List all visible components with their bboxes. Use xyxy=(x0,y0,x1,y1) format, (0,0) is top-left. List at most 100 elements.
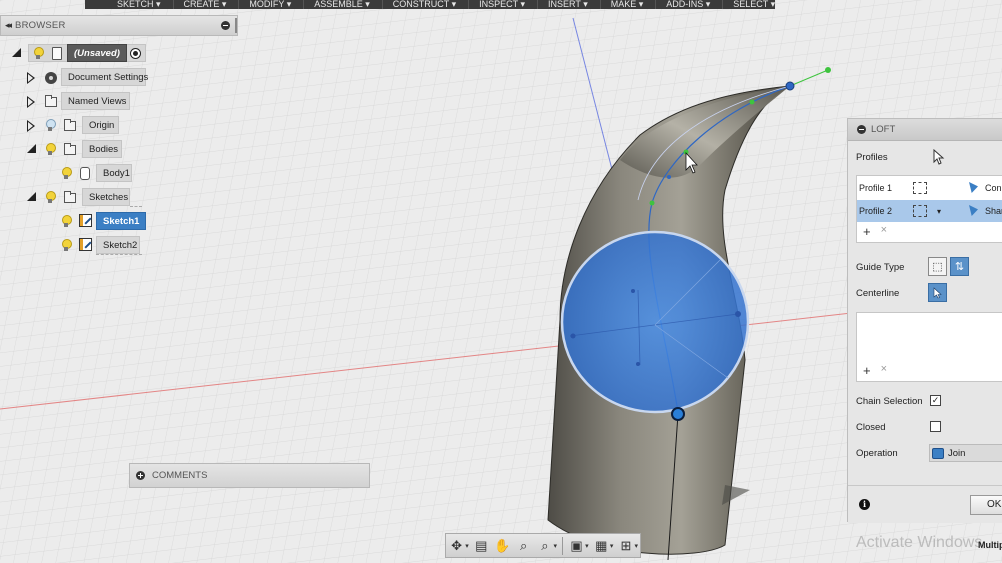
visibility-bulb-icon[interactable] xyxy=(61,167,72,180)
construct-menu[interactable]: CONSTRUCT ▾ xyxy=(383,0,470,9)
dash-line xyxy=(130,206,142,208)
zoom-icon[interactable]: ⌕ xyxy=(514,536,533,556)
collapse-dialog-icon[interactable] xyxy=(857,125,866,134)
profiles-table: Profile 1 Conn Profile 2 ▾ Shar + × xyxy=(856,175,1002,243)
orbit-icon[interactable]: ✥ xyxy=(447,536,466,556)
dash-line xyxy=(96,254,142,256)
folder-icon xyxy=(45,95,57,107)
tree-item-named-views[interactable]: Named Views xyxy=(61,92,130,110)
visibility-bulb-icon[interactable] xyxy=(45,119,56,132)
profiles-add-remove: + × xyxy=(863,224,887,239)
activate-radio-icon[interactable] xyxy=(130,48,141,59)
remove-profile-button[interactable]: × xyxy=(881,224,887,239)
visibility-bulb-icon[interactable] xyxy=(45,191,56,204)
chain-selection-label: Chain Selection xyxy=(856,396,923,407)
sketch-icon xyxy=(79,214,92,227)
tree-item-sketch1[interactable]: Sketch1 xyxy=(96,212,146,230)
continuity-dropdown-icon[interactable]: ▾ xyxy=(937,207,941,216)
expand-sketches-icon[interactable] xyxy=(27,192,36,201)
modify-menu[interactable]: MODIFY ▾ xyxy=(239,0,305,9)
end-condition-icon[interactable] xyxy=(969,205,980,217)
tree-item-sketches[interactable]: Sketches xyxy=(82,188,130,206)
assemble-menu[interactable]: ASSEMBLE ▾ xyxy=(304,0,383,9)
expand-root-icon[interactable] xyxy=(12,48,21,57)
join-icon xyxy=(932,447,944,459)
end-condition-icon[interactable] xyxy=(969,182,980,194)
info-icon[interactable]: i xyxy=(859,499,870,510)
profile-row[interactable]: Profile 2 ▾ Shar xyxy=(857,200,1002,222)
visibility-bulb-icon[interactable] xyxy=(61,239,72,252)
expand-document-settings-icon[interactable] xyxy=(27,72,35,84)
operation-select[interactable]: Join xyxy=(929,444,1002,462)
collapse-browser-icon[interactable]: ◂◂ xyxy=(5,20,12,31)
tree-item-sketch2[interactable]: Sketch2 xyxy=(96,236,140,254)
ok-button[interactable]: OK xyxy=(970,495,1002,515)
continuity-icon[interactable] xyxy=(913,182,927,194)
browser-panel-header: ◂◂ BROWSER xyxy=(0,15,238,36)
grid-settings-icon[interactable]: ▦ xyxy=(592,536,611,556)
comments-panel[interactable]: COMMENTS xyxy=(129,463,370,488)
loft-dialog-header[interactable]: LOFT xyxy=(848,119,1002,141)
panel-resize-handle[interactable] xyxy=(235,18,237,33)
create-menu[interactable]: CREATE ▾ xyxy=(174,0,240,9)
collapse-panel-icon[interactable] xyxy=(221,21,230,30)
inspect-menu[interactable]: INSPECT ▾ xyxy=(469,0,539,9)
folder-icon xyxy=(64,119,76,131)
sketch-menu[interactable]: SKETCH ▾ xyxy=(85,0,174,9)
visibility-bulb-icon[interactable] xyxy=(45,143,56,156)
centerline-guide-icon[interactable]: ⇅ xyxy=(950,257,969,276)
activate-windows-watermark: Activate Windows xyxy=(856,534,983,551)
visibility-bulb-icon[interactable] xyxy=(61,215,72,228)
loft-title: LOFT xyxy=(871,124,896,135)
pan-icon[interactable]: ✋ xyxy=(493,536,512,556)
rails-guide-icon[interactable]: ⬚ xyxy=(928,257,947,276)
expand-bodies-icon[interactable] xyxy=(27,144,36,153)
expand-comments-icon[interactable] xyxy=(136,471,145,480)
remove-centerline-button[interactable]: × xyxy=(881,363,887,378)
centerline-label: Centerline xyxy=(856,288,900,299)
folder-icon xyxy=(64,143,76,155)
toolbar-separator xyxy=(561,536,563,555)
expand-named-views-icon[interactable] xyxy=(27,96,35,108)
body-icon xyxy=(80,167,90,180)
make-menu[interactable]: MAKE ▾ xyxy=(601,0,657,9)
main-toolbar: SKETCH ▾ CREATE ▾ MODIFY ▾ ASSEMBLE ▾ CO… xyxy=(85,0,775,9)
tree-item-body1[interactable]: Body1 xyxy=(96,164,132,182)
profiles-label: Profiles xyxy=(856,152,888,163)
profile-row[interactable]: Profile 1 Conn xyxy=(857,177,1002,199)
select-cursor-icon[interactable] xyxy=(933,149,945,165)
centerline-add-remove: + × xyxy=(863,363,887,378)
add-ins-menu[interactable]: ADD-INS ▾ xyxy=(656,0,724,9)
select-menu[interactable]: SELECT ▾ xyxy=(723,0,775,9)
continuity-icon[interactable] xyxy=(913,205,927,217)
tree-item-origin[interactable]: Origin xyxy=(82,116,119,134)
centerline-selection-list[interactable]: + × xyxy=(856,312,1002,382)
fit-icon[interactable]: ⌕ xyxy=(535,536,554,556)
chain-selection-checkbox[interactable]: ✓ xyxy=(930,395,941,406)
status-text: Multip xyxy=(978,540,1002,550)
comments-label: COMMENTS xyxy=(152,470,208,481)
document-icon xyxy=(52,47,62,60)
folder-icon xyxy=(64,191,76,203)
sketch-icon xyxy=(79,238,92,251)
visibility-bulb-icon[interactable] xyxy=(33,47,44,60)
add-profile-button[interactable]: + xyxy=(863,224,871,239)
navigation-toolbar: ✥ ▾ ▤ ✋ ⌕ ⌕ ▾ ▣ ▾ ▦ ▾ ⊞ ▾ xyxy=(445,533,641,558)
add-centerline-button[interactable]: + xyxy=(863,363,871,378)
closed-label: Closed xyxy=(856,422,886,433)
tree-item-bodies[interactable]: Bodies xyxy=(82,140,122,158)
browser-title: BROWSER xyxy=(15,20,66,31)
expand-origin-icon[interactable] xyxy=(27,120,35,132)
loft-dialog-footer: i OK xyxy=(848,485,1002,523)
tree-item-document-settings[interactable]: Document Settings xyxy=(61,68,148,86)
unsaved-document-label[interactable]: (Unsaved) xyxy=(67,44,127,62)
look-at-icon[interactable]: ▤ xyxy=(472,536,491,556)
closed-checkbox[interactable] xyxy=(930,421,941,432)
insert-menu[interactable]: INSERT ▾ xyxy=(538,0,601,9)
guide-type-label: Guide Type xyxy=(856,262,905,273)
display-settings-icon[interactable]: ▣ xyxy=(567,536,586,556)
operation-label: Operation xyxy=(856,448,898,459)
viewports-icon[interactable]: ⊞ xyxy=(616,536,635,556)
loft-dialog: LOFT Profiles Profile 1 Conn Profile 2 ▾… xyxy=(847,118,1002,523)
centerline-select-icon[interactable] xyxy=(928,283,947,302)
